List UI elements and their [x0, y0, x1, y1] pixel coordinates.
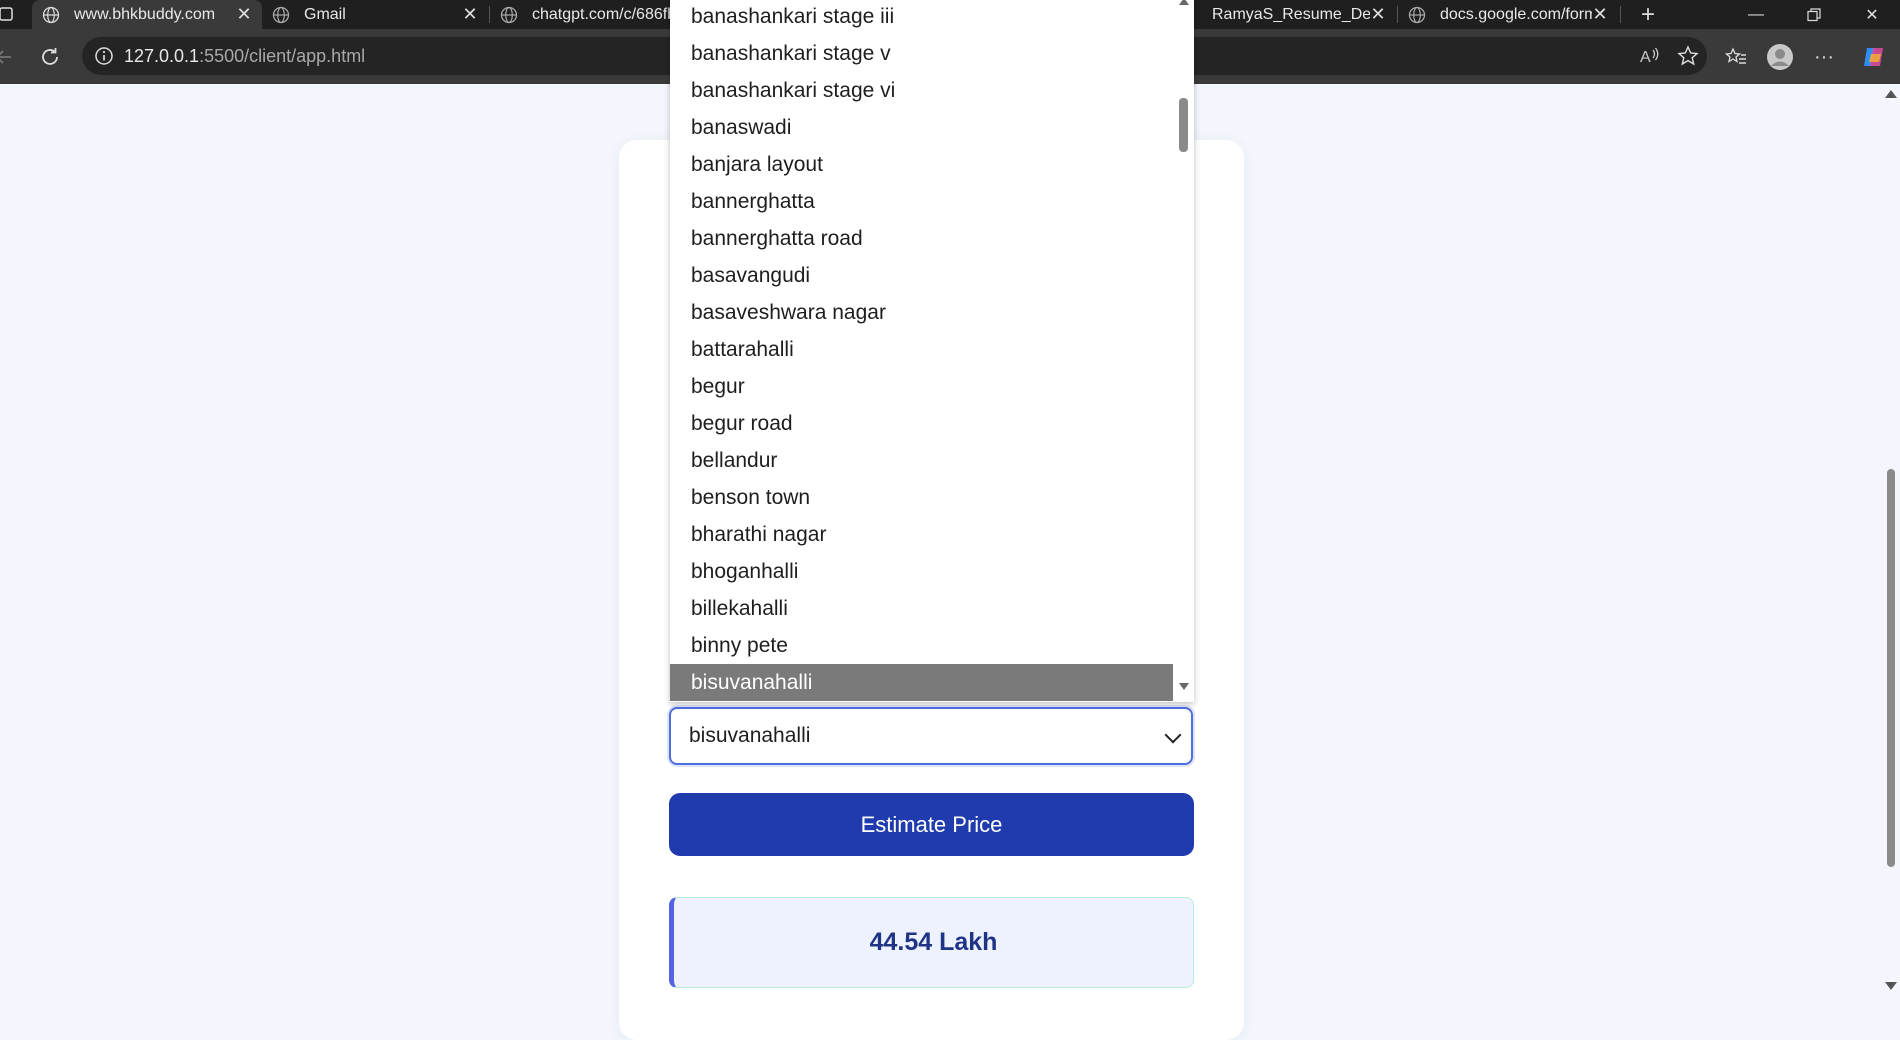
dropdown-option[interactable]: begur — [670, 368, 1173, 405]
tab-resume[interactable]: RamyaS_Resume_Delta ✕ — [1184, 0, 1396, 29]
reload-icon[interactable] — [34, 41, 66, 73]
tab-title: RamyaS_Resume_Delta — [1212, 5, 1370, 23]
read-aloud-icon[interactable]: A — [1634, 40, 1666, 72]
dropdown-scroll-up-icon[interactable] — [1179, 0, 1189, 5]
dropdown-option[interactable]: basavangudi — [670, 257, 1173, 294]
tab-chatgpt[interactable]: chatgpt.com/c/686fb — [490, 0, 670, 29]
dropdown-scroll-down-icon[interactable] — [1179, 683, 1189, 690]
dropdown-option[interactable]: banashankari stage iii — [670, 0, 1173, 35]
location-select-value: bisuvanahalli — [689, 724, 811, 747]
dropdown-option[interactable]: banashankari stage v — [670, 35, 1173, 72]
back-icon[interactable] — [0, 41, 20, 73]
close-tab-icon[interactable]: ✕ — [1592, 4, 1608, 25]
dropdown-option[interactable]: bellandur — [670, 442, 1173, 479]
more-options-icon[interactable]: ··· — [1808, 41, 1840, 73]
site-info-icon[interactable] — [94, 46, 114, 66]
tab-bhkbuddy[interactable]: www.bhkbuddy.com ✕ — [32, 0, 262, 29]
location-select[interactable]: bisuvanahalli — [669, 707, 1193, 765]
url-path: :5500/client/app.html — [199, 46, 366, 66]
dropdown-option[interactable]: banashankari stage vi — [670, 72, 1173, 109]
dropdown-scrollbar-thumb[interactable] — [1179, 98, 1188, 152]
dropdown-option[interactable]: bharathi nagar — [670, 516, 1173, 553]
scroll-down-arrow-icon[interactable] — [1885, 982, 1897, 990]
tab-title: Gmail — [304, 5, 346, 23]
dropdown-option[interactable]: bannerghatta — [670, 183, 1173, 220]
restore-icon[interactable] — [1786, 0, 1842, 29]
dropdown-option-selected[interactable]: bisuvanahalli — [670, 664, 1173, 701]
tab-google-forms[interactable]: docs.google.com/form ✕ — [1398, 0, 1618, 29]
globe-icon — [1408, 6, 1426, 24]
estimate-price-button[interactable]: Estimate Price — [669, 793, 1194, 856]
favorites-icon[interactable] — [1720, 41, 1752, 73]
dropdown-option[interactable]: bannerghatta road — [670, 220, 1173, 257]
tab-actions-icon[interactable] — [0, 0, 22, 30]
dropdown-option[interactable]: banjara layout — [670, 146, 1173, 183]
tab-title: chatgpt.com/c/686fb — [532, 5, 670, 23]
dropdown-option[interactable]: begur road — [670, 405, 1173, 442]
chevron-down-icon — [1164, 726, 1182, 744]
page-scrollbar-thumb[interactable] — [1887, 469, 1895, 867]
close-tab-icon[interactable]: ✕ — [236, 4, 252, 25]
globe-icon — [500, 6, 518, 24]
globe-icon — [272, 6, 290, 24]
globe-icon — [42, 6, 60, 24]
minimize-icon[interactable]: — — [1728, 0, 1784, 29]
dropdown-option[interactable]: binny pete — [670, 627, 1173, 664]
dropdown-option[interactable]: battarahalli — [670, 331, 1173, 368]
dropdown-option[interactable]: benson town — [670, 479, 1173, 516]
tab-title: www.bhkbuddy.com — [74, 5, 216, 23]
tab-gmail[interactable]: Gmail ✕ — [262, 0, 488, 29]
close-tab-icon[interactable]: ✕ — [462, 4, 478, 25]
dropdown-option[interactable]: basaveshwara nagar — [670, 294, 1173, 331]
new-tab-button[interactable]: + — [1620, 0, 1676, 29]
location-dropdown-list: banashankari stage iii banashankari stag… — [670, 0, 1194, 702]
profile-avatar-icon[interactable] — [1764, 41, 1796, 73]
page-scrollbar[interactable] — [1880, 84, 1900, 998]
dropdown-option[interactable]: banaswadi — [670, 109, 1173, 146]
dropdown-option[interactable]: billekahalli — [670, 590, 1173, 627]
copilot-icon[interactable] — [1858, 41, 1890, 73]
favorite-star-icon[interactable] — [1672, 40, 1704, 72]
scroll-up-arrow-icon[interactable] — [1885, 90, 1897, 98]
dropdown-scrollbar[interactable] — [1174, 0, 1194, 702]
estimated-price-result: 44.54 Lakh — [669, 897, 1194, 988]
tab-title: docs.google.com/form — [1440, 5, 1592, 23]
svg-text:A: A — [1640, 49, 1651, 66]
close-window-icon[interactable]: ✕ — [1844, 0, 1900, 29]
dropdown-option[interactable]: bhoganhalli — [670, 553, 1173, 590]
close-tab-icon[interactable]: ✕ — [1370, 4, 1386, 25]
url-host: 127.0.0.1 — [124, 46, 200, 66]
url-text: 127.0.0.1:5500/client/app.html — [124, 46, 365, 67]
